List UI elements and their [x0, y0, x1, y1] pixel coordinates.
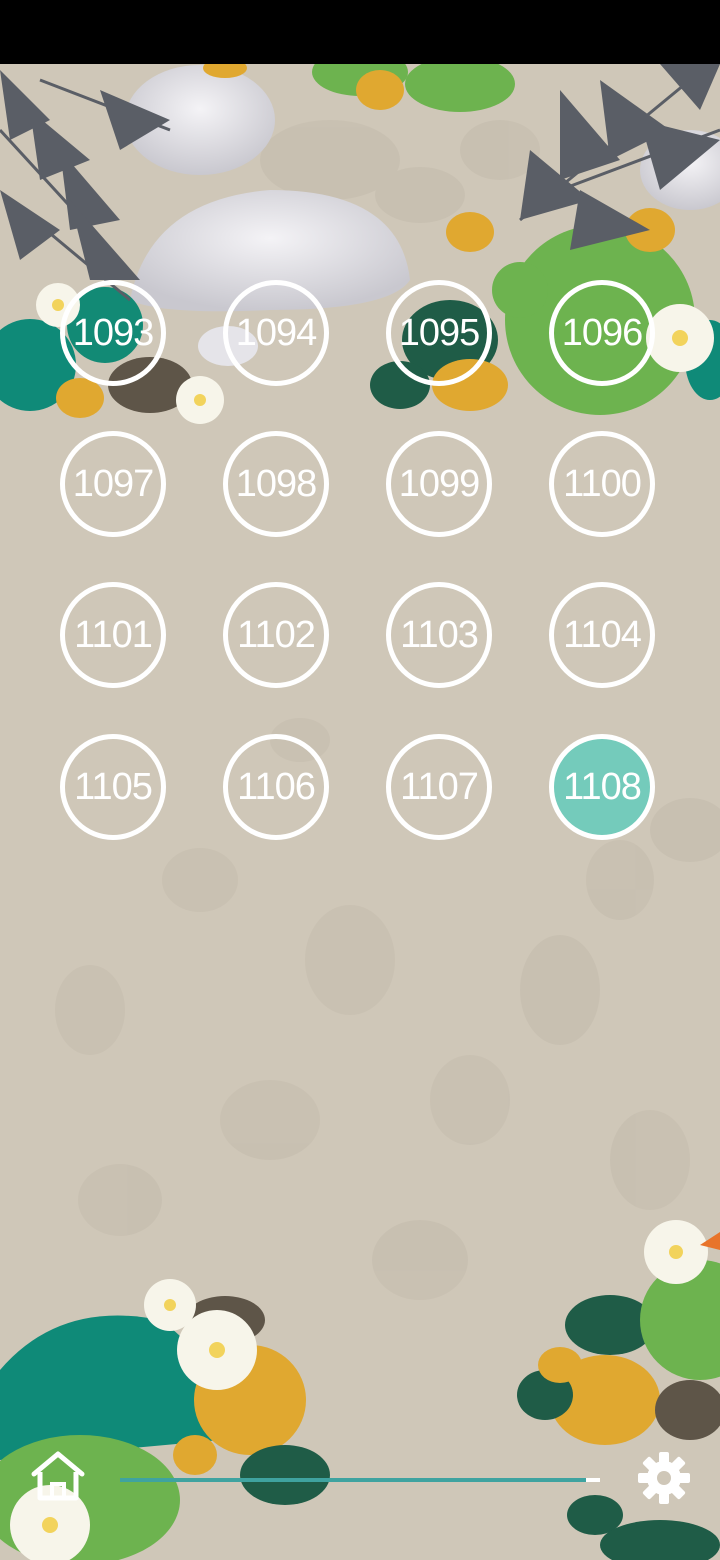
level-button-1102[interactable]: 1102 — [223, 582, 329, 688]
level-button-1107[interactable]: 1107 — [386, 734, 492, 840]
bottom-lily-pads — [0, 1260, 720, 1560]
level-button-1096[interactable]: 1096 — [549, 280, 655, 386]
status-bar — [0, 0, 720, 64]
level-button-1101[interactable]: 1101 — [60, 582, 166, 688]
level-button-1098[interactable]: 1098 — [223, 431, 329, 537]
level-button-1103[interactable]: 1103 — [386, 582, 492, 688]
level-button-1105[interactable]: 1105 — [60, 734, 166, 840]
home-button[interactable] — [28, 1448, 88, 1504]
level-button-1094[interactable]: 1094 — [223, 280, 329, 386]
home-icon — [31, 1451, 85, 1501]
progress-bar-fill — [120, 1478, 586, 1482]
level-button-1093[interactable]: 1093 — [60, 280, 166, 386]
level-button-1106[interactable]: 1106 — [223, 734, 329, 840]
level-button-1100[interactable]: 1100 — [549, 431, 655, 537]
level-button-1097[interactable]: 1097 — [60, 431, 166, 537]
level-button-1099[interactable]: 1099 — [386, 431, 492, 537]
settings-button[interactable] — [636, 1450, 692, 1506]
level-button-1095[interactable]: 1095 — [386, 280, 492, 386]
level-button-1104[interactable]: 1104 — [549, 582, 655, 688]
progress-bar — [120, 1478, 600, 1482]
level-button-1108-current[interactable]: 1108 — [549, 734, 655, 840]
gear-icon — [638, 1452, 690, 1504]
